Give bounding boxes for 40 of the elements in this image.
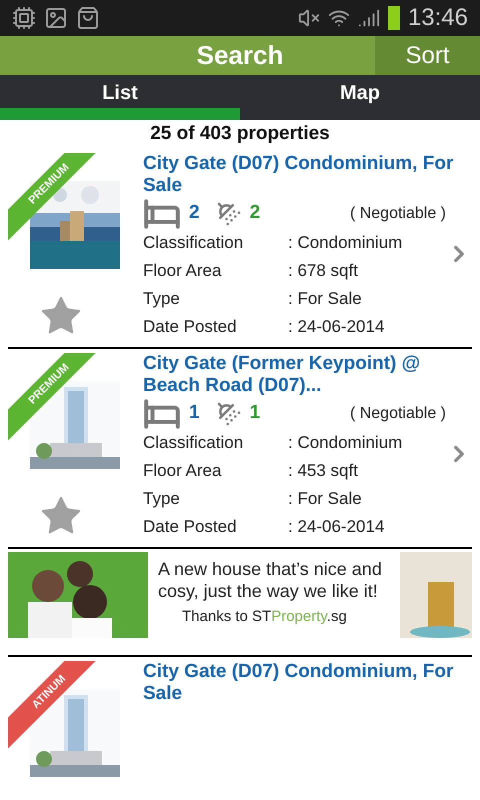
detail-label: Type [143, 288, 181, 310]
ad-tagline: Thanks to STProperty.sg [182, 606, 348, 626]
detail-value: : Condominium [288, 432, 402, 454]
screen-title: Search [196, 39, 284, 72]
detail-value: : 678 sqft [288, 260, 358, 282]
listing-title[interactable]: City Gate (Former Keypoint) @ Beach Road (D07)... [143, 352, 472, 396]
listing-title[interactable]: City Gate (D07) Condominium, For Sale [143, 661, 472, 705]
chip-icon [12, 6, 36, 30]
view-tab[interactable]: Map [240, 75, 480, 120]
clock: 13:46 [408, 3, 468, 33]
detail-value: : For Sale [288, 488, 362, 510]
signal-icon [358, 7, 380, 29]
detail-label: Classification [143, 232, 244, 254]
detail-value: : Condominium [288, 232, 402, 254]
price-text: ( Negotiable ) [350, 404, 446, 424]
view-tab[interactable]: List [0, 75, 240, 120]
sort-button[interactable]: Sort [375, 36, 480, 75]
bathroom-count: 2 [250, 201, 260, 226]
battery-icon [388, 6, 400, 30]
bathroom-count: 1 [250, 401, 260, 426]
detail-label: Floor Area [143, 460, 222, 482]
detail-value: : 24-06-2014 [288, 516, 384, 538]
detail-label: Date Posted [143, 516, 238, 538]
bedroom-count: 2 [189, 201, 200, 226]
price-text: ( Negotiable ) [350, 204, 446, 224]
bag-icon [76, 6, 100, 30]
detail-label: Classification [143, 432, 244, 454]
detail-value: : For Sale [288, 288, 362, 310]
bedroom-count: 1 [189, 401, 200, 426]
listing-title[interactable]: City Gate (D07) Condominium, For Sale [143, 152, 472, 196]
image-icon [44, 6, 68, 30]
ad-headline: cosy, just the way we like it! [158, 580, 379, 602]
mute-icon [298, 7, 320, 29]
ad-headline: A new house that’s nice and [158, 558, 382, 580]
result-count: 25 of 403 properties [150, 122, 330, 146]
detail-label: Type [143, 488, 181, 510]
detail-label: Floor Area [143, 260, 222, 282]
detail-value: : 24-06-2014 [288, 316, 384, 338]
detail-value: : 453 sqft [288, 460, 358, 482]
detail-label: Date Posted [143, 316, 238, 338]
